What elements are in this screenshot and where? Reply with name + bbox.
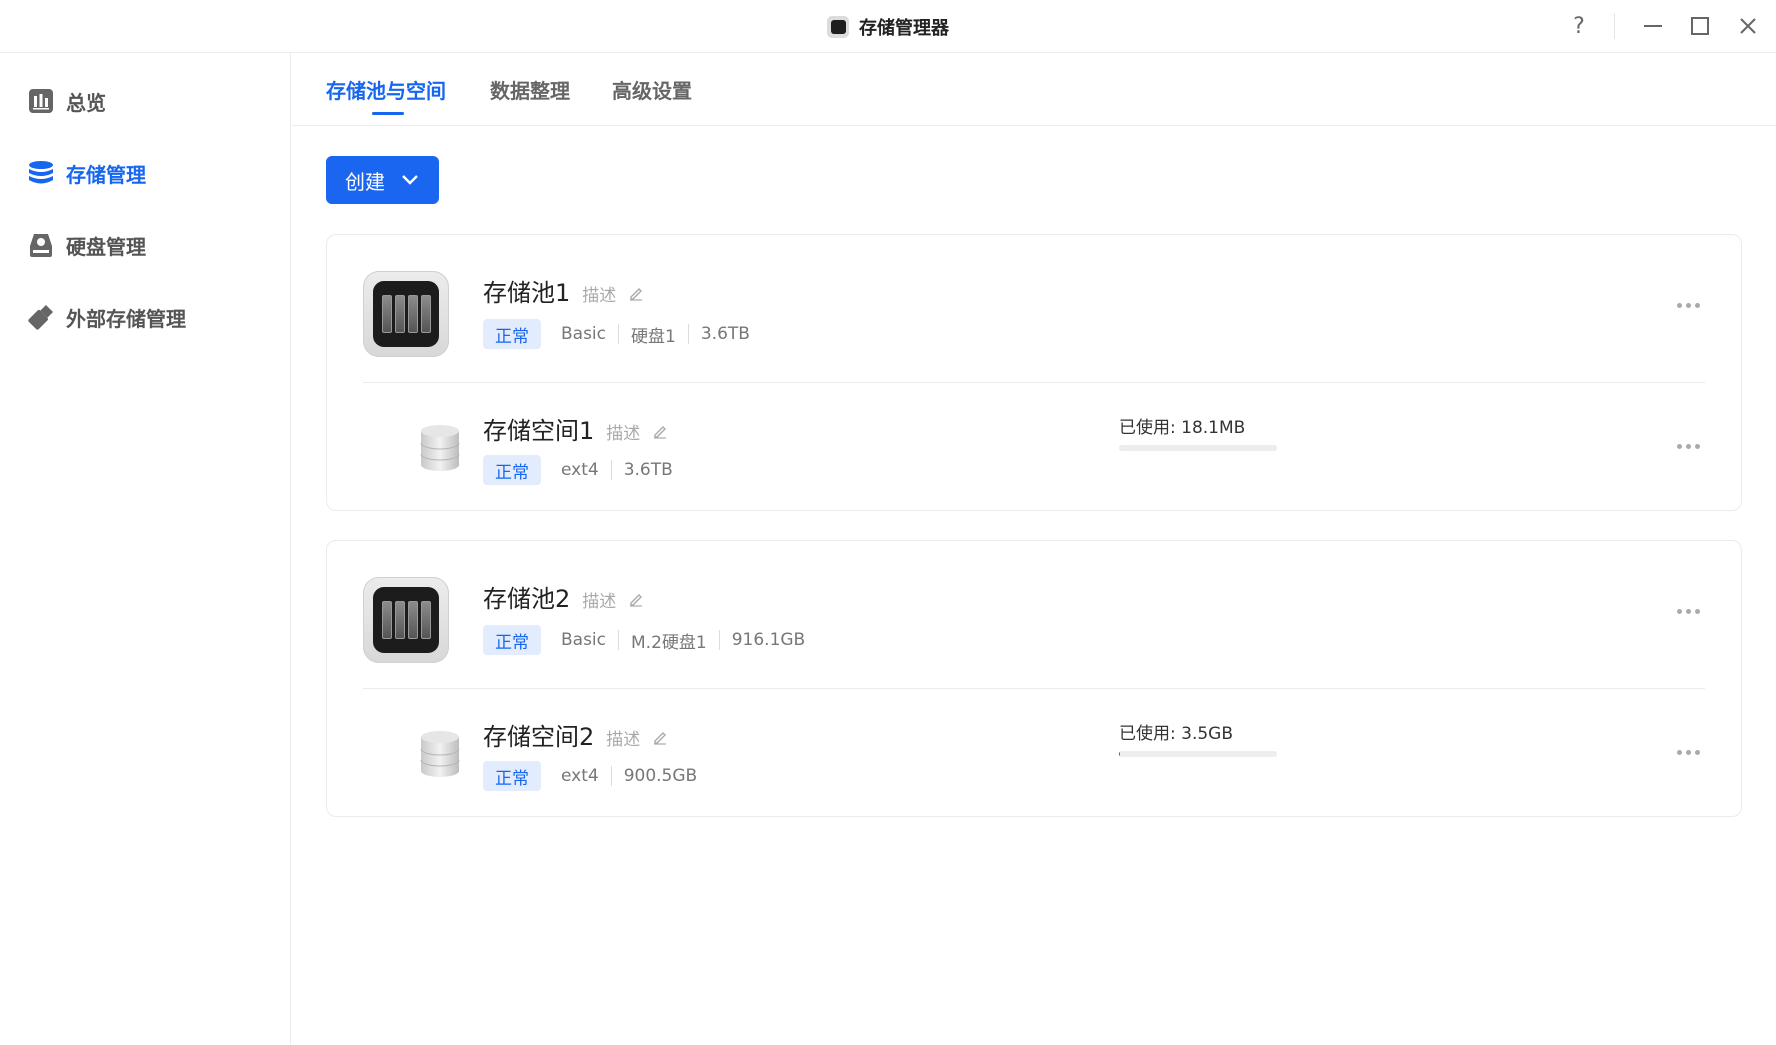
maximize-button[interactable]	[1683, 9, 1717, 43]
more-dots-icon	[1676, 749, 1682, 755]
storage-pool-icon	[363, 271, 449, 357]
pool-disk: 硬盘1	[618, 324, 688, 347]
main-content: 存储池与空间 数据整理 高级设置 创建 存储池1 描述 正常 Basic 硬盘1…	[292, 53, 1776, 1045]
tab-bar: 存储池与空间 数据整理 高级设置	[292, 53, 1776, 126]
sidebar-item-label: 外部存储管理	[66, 306, 186, 331]
volume-usage-bar	[1119, 445, 1277, 451]
pool-more-button[interactable]	[1671, 601, 1705, 621]
pencil-icon[interactable]	[652, 729, 668, 745]
pencil-icon[interactable]	[628, 591, 644, 607]
volume-more-button[interactable]	[1671, 436, 1705, 456]
sidebar-item-overview[interactable]: 总览	[28, 81, 106, 121]
status-badge: 正常	[483, 761, 541, 791]
volume-filesystem: ext4	[561, 766, 599, 786]
volume-cylinder-icon	[420, 425, 460, 471]
storage-pool-row: 存储池1 描述 正常 Basic 硬盘1 3.6TB	[327, 235, 1741, 383]
volume-description[interactable]: 描述	[606, 419, 640, 444]
close-icon	[1740, 18, 1756, 34]
storage-volume-row: 存储空间2 描述 正常 ext4 900.5GB 已使用: 3.5GB	[327, 689, 1741, 817]
pool-description[interactable]: 描述	[582, 587, 616, 612]
storage-pool-icon	[363, 577, 449, 663]
volume-size: 900.5GB	[610, 766, 710, 786]
volume-name: 存储空间1	[483, 417, 595, 445]
pool-raid-type: Basic	[561, 630, 607, 650]
tab-pools-and-spaces[interactable]: 存储池与空间	[326, 75, 446, 115]
sidebar-item-disks[interactable]: 硬盘管理	[28, 225, 146, 265]
pool-size: 916.1GB	[718, 630, 818, 650]
volume-name: 存储空间2	[483, 723, 595, 751]
tab-data-tidy[interactable]: 数据整理	[490, 75, 570, 115]
volume-usage-label: 已使用: 3.5GB	[1119, 724, 1234, 744]
titlebar-divider	[1614, 13, 1615, 39]
more-dots-icon	[1676, 443, 1682, 449]
chart-icon	[29, 89, 53, 113]
tab-label: 数据整理	[490, 79, 570, 103]
pool-name-line: 存储池2 描述	[483, 579, 644, 614]
title-bar: 存储管理器 ?	[0, 0, 1776, 53]
storage-pool-card: 存储池1 描述 正常 Basic 硬盘1 3.6TB 存储空间1 描述 正常 e…	[326, 234, 1742, 511]
maximize-icon	[1691, 17, 1709, 35]
help-button[interactable]: ?	[1562, 9, 1596, 43]
pool-raid-type: Basic	[561, 324, 607, 344]
window-title: 存储管理器	[859, 17, 949, 39]
volume-size: 3.6TB	[610, 460, 685, 480]
active-tab-indicator	[372, 112, 404, 115]
volume-name-line: 存储空间1 描述	[483, 411, 668, 446]
volume-usage-label: 已使用: 18.1MB	[1119, 418, 1246, 438]
database-icon	[29, 161, 53, 184]
pool-size: 3.6TB	[687, 324, 762, 344]
pool-disk: M.2硬盘1	[618, 630, 719, 653]
storage-pool-row: 存储池2 描述 正常 Basic M.2硬盘1 916.1GB	[327, 541, 1741, 689]
tab-label: 存储池与空间	[326, 79, 446, 103]
create-button-label: 创建	[345, 171, 385, 194]
pool-description[interactable]: 描述	[582, 281, 616, 306]
sidebar-item-external-storage[interactable]: 外部存储管理	[28, 297, 186, 337]
disk-icon	[30, 234, 52, 257]
volume-meta-line: 正常 ext4 900.5GB	[483, 761, 709, 791]
pool-meta-line: 正常 Basic 硬盘1 3.6TB	[483, 319, 762, 349]
volume-name-line: 存储空间2 描述	[483, 717, 668, 752]
pool-name: 存储池2	[483, 585, 571, 613]
status-badge: 正常	[483, 455, 541, 485]
pool-name: 存储池1	[483, 279, 571, 307]
pool-name-line: 存储池1 描述	[483, 273, 644, 308]
usb-drive-icon	[28, 304, 54, 330]
volume-usage-bar	[1119, 751, 1277, 757]
more-dots-icon	[1676, 302, 1682, 308]
pool-more-button[interactable]	[1671, 295, 1705, 315]
help-icon: ?	[1573, 13, 1585, 39]
volume-usage-fill	[1119, 751, 1120, 757]
sidebar-item-label: 硬盘管理	[66, 234, 146, 259]
status-badge: 正常	[483, 625, 541, 655]
volume-filesystem: ext4	[561, 460, 599, 480]
sidebar-item-label: 存储管理	[66, 162, 146, 187]
pencil-icon[interactable]	[652, 423, 668, 439]
pencil-icon[interactable]	[628, 285, 644, 301]
tab-advanced-settings[interactable]: 高级设置	[612, 75, 692, 115]
storage-volume-row: 存储空间1 描述 正常 ext4 3.6TB 已使用: 18.1MB	[327, 383, 1741, 511]
close-button[interactable]	[1731, 9, 1765, 43]
volume-cylinder-icon	[420, 731, 460, 777]
storage-pool-card: 存储池2 描述 正常 Basic M.2硬盘1 916.1GB 存储空间2 描述…	[326, 540, 1742, 817]
volume-description[interactable]: 描述	[606, 725, 640, 750]
sidebar-item-label: 总览	[66, 90, 106, 115]
create-button[interactable]: 创建	[326, 156, 439, 204]
sidebar-item-storage[interactable]: 存储管理	[28, 153, 146, 193]
more-dots-icon	[1676, 608, 1682, 614]
volume-more-button[interactable]	[1671, 742, 1705, 762]
status-badge: 正常	[483, 319, 541, 349]
minimize-button[interactable]	[1636, 9, 1670, 43]
tab-label: 高级设置	[612, 79, 692, 103]
storage-manager-app-icon	[827, 15, 849, 38]
volume-meta-line: 正常 ext4 3.6TB	[483, 455, 685, 485]
minimize-icon	[1644, 25, 1662, 27]
pool-meta-line: 正常 Basic M.2硬盘1 916.1GB	[483, 625, 817, 655]
window-title-group: 存储管理器	[0, 0, 1776, 53]
chevron-down-icon	[402, 175, 418, 185]
sidebar: 总览 存储管理 硬盘管理 外部存储管理	[0, 53, 291, 1045]
